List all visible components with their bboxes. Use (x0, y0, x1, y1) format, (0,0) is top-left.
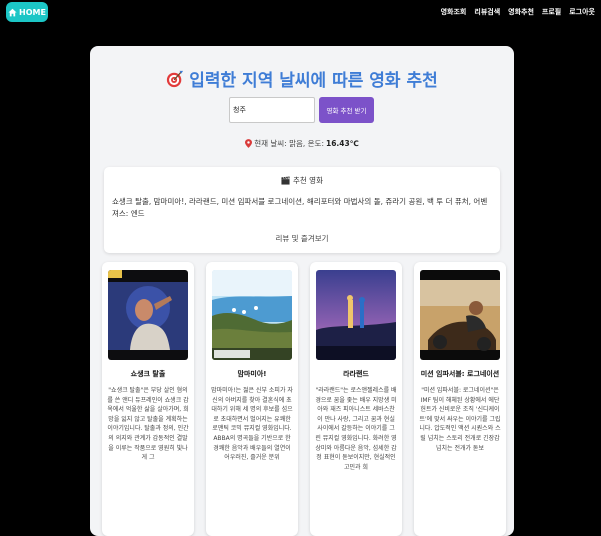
movie-title: 미션 임파서블: 로그네이션 (420, 370, 500, 378)
home-icon (8, 8, 17, 16)
top-navigation: HOME 영화조회 리뷰검색 영화추천 프로필 로그아웃 (0, 0, 601, 24)
target-icon (167, 70, 184, 87)
movie-card[interactable]: 미션 임파서블: 로그네이션 "미션 임파서블: 로그네이션"은 IMF 팀이 … (414, 262, 506, 536)
recommendation-list: 쇼생크 탈출, 맘마미아!, 라라랜드, 미션 임파서블 로그네이션, 해리포터… (112, 197, 488, 218)
nav-link-profile[interactable]: 프로필 (542, 7, 561, 17)
movie-poster (212, 270, 292, 360)
page-title: 입력한 지역 날씨에 따른 영화 추천 (90, 66, 514, 91)
weather-temp: 16.43℃ (325, 139, 359, 148)
page-title-text: 입력한 지역 날씨에 따른 영화 추천 (189, 71, 438, 91)
city-input[interactable] (229, 97, 315, 123)
weather-text: 현재 날씨: 맑음, 온도: (254, 139, 324, 148)
recommendation-heading-text: 추천 영화 (293, 176, 323, 185)
home-button[interactable]: HOME (6, 2, 48, 22)
movie-description: "미션 임파서블: 로그네이션"은 IMF 팀이 해체된 상황에서 에단 헌트가… (419, 387, 501, 452)
recommendation-box: 추천 영화 쇼생크 탈출, 맘마미아!, 라라랜드, 미션 임파서블 로그네이션… (104, 167, 500, 253)
review-link[interactable]: 리뷰 및 즐겨보기 (104, 233, 500, 244)
movie-description: "라라랜드"는 로스앤젤레스를 배경으로 꿈을 좇는 배우 지망생 미아와 재즈… (315, 387, 397, 471)
movie-card[interactable]: 쇼생크 탈출 "쇼생크 탈출"은 부당 살인 혐의를 쓴 앤디 듀프레인이 쇼생… (102, 262, 194, 536)
movie-description: "쇼생크 탈출"은 부당 살인 혐의를 쓴 앤디 듀프레인이 쇼생크 감옥에서 … (107, 387, 189, 462)
recommend-button[interactable]: 영화 추천 받기 (319, 97, 374, 123)
movie-card[interactable]: 라라랜드 "라라랜드"는 로스앤젤레스를 배경으로 꿈을 좇는 배우 지망생 미… (310, 262, 402, 536)
film-clapper-icon (281, 176, 290, 185)
movie-title: 라라랜드 (343, 370, 369, 378)
movie-card[interactable]: 맘마미아! 맘마미아!는 젊은 신부 소피가 자신의 아버지를 찾아 결혼식에 … (206, 262, 298, 536)
location-pin-icon (245, 139, 253, 148)
movie-description: 맘마미아!는 젊은 신부 소피가 자신의 아버지를 찾아 결혼식에 초대하기 위… (211, 387, 293, 462)
nav-link-review-search[interactable]: 리뷰검색 (474, 7, 500, 17)
search-row: 영화 추천 받기 (229, 97, 374, 123)
movie-poster (108, 270, 188, 360)
nav-link-logout[interactable]: 로그아웃 (569, 7, 595, 17)
movie-cards: 쇼생크 탈출 "쇼생크 탈출"은 부당 살인 혐의를 쓴 앤디 듀프레인이 쇼생… (102, 262, 506, 536)
weather-info: 현재 날씨: 맑음, 온도: 16.43℃ (90, 138, 514, 149)
movie-title: 쇼생크 탈출 (130, 370, 166, 378)
movie-poster (316, 270, 396, 360)
recommendation-heading: 추천 영화 (104, 175, 500, 186)
nav-link-movie-recommend[interactable]: 영화추천 (508, 7, 534, 17)
home-label: HOME (19, 7, 46, 17)
movie-poster (420, 270, 500, 360)
nav-links: 영화조회 리뷰검색 영화추천 프로필 로그아웃 (441, 7, 595, 17)
movie-title: 맘마미아! (237, 370, 267, 378)
nav-link-movie-search[interactable]: 영화조회 (441, 7, 467, 17)
main-panel: 입력한 지역 날씨에 따른 영화 추천 영화 추천 받기 현재 날씨: 맑음, … (90, 46, 514, 536)
